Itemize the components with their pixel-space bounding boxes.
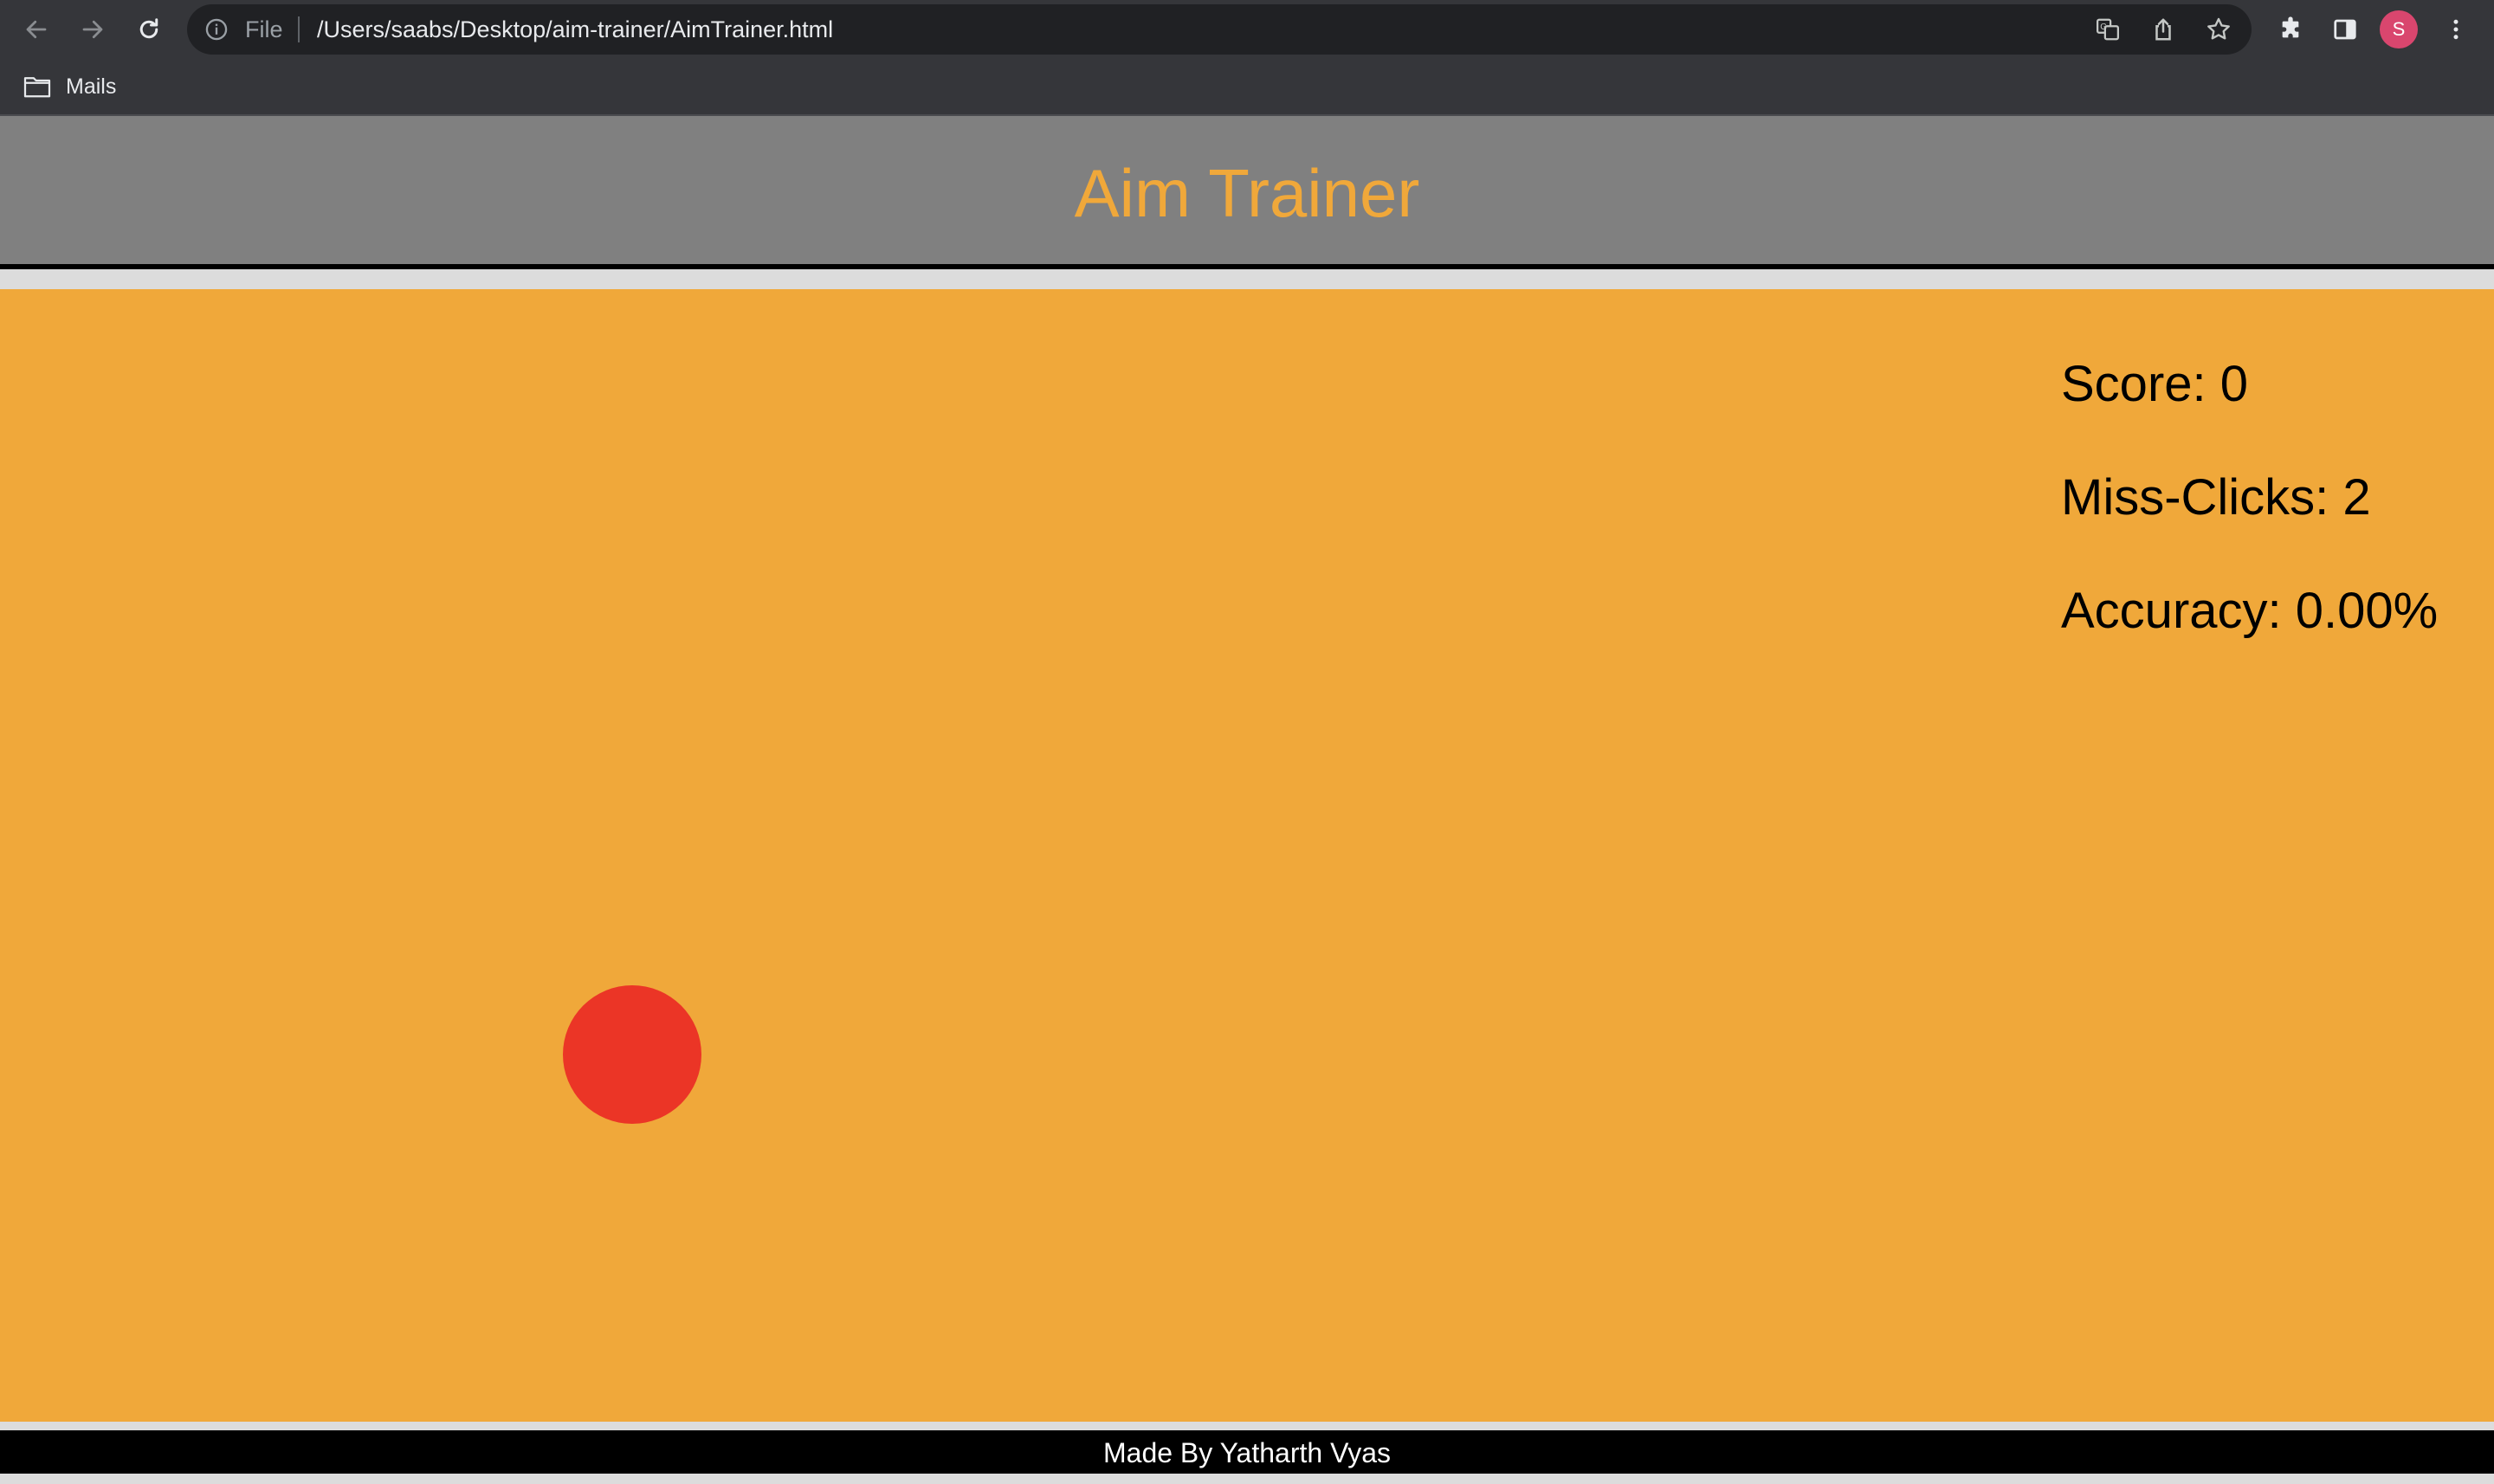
- game-area[interactable]: Score: 0 Miss-Clicks: 2 Accuracy: 0.00%: [0, 289, 2494, 1422]
- bookmark-label: Mails: [66, 74, 117, 99]
- footer-credit: Made By Yatharth Vyas: [1102, 1437, 1392, 1468]
- address-bar[interactable]: File /Users/saabs/Desktop/aim-trainer/Ai…: [187, 4, 2252, 55]
- reload-icon: [139, 18, 158, 39]
- omnibox-separator: [298, 16, 300, 42]
- share-icon: [2155, 18, 2171, 41]
- back-icon: [26, 20, 47, 39]
- page-title: Aim Trainer: [1074, 155, 1420, 231]
- miss-clicks-text: Miss-Clicks: 2: [2061, 469, 2371, 526]
- bookmark-folder-mails[interactable]: Mails: [23, 71, 116, 102]
- bookmarks-bar: Mails: [0, 59, 2494, 116]
- url-text[interactable]: /Users/saabs/Desktop/aim-trainer/AimTrai…: [317, 16, 833, 42]
- score-text: Score: 0: [2061, 356, 2248, 412]
- svg-text:G: G: [2100, 23, 2107, 32]
- accuracy-text: Accuracy: 0.00%: [2061, 583, 2439, 639]
- side-panel-button[interactable]: [2329, 14, 2361, 45]
- side-panel-icon: [2334, 19, 2356, 40]
- info-icon[interactable]: [204, 17, 229, 42]
- translate-button[interactable]: G: [2094, 16, 2122, 43]
- menu-icon: [2453, 19, 2458, 40]
- page-footer: Made By Yatharth Vyas: [0, 1430, 2494, 1474]
- file-scheme-label: File: [245, 16, 283, 42]
- share-button[interactable]: [2149, 16, 2177, 43]
- reload-button[interactable]: [130, 10, 168, 48]
- forward-icon: [82, 20, 103, 39]
- profile-avatar[interactable]: S: [2380, 10, 2418, 48]
- page-header: Aim Trainer: [0, 116, 2494, 269]
- bookmark-star-icon: [2207, 17, 2230, 40]
- bookmark-button[interactable]: [2205, 16, 2232, 43]
- target-circle[interactable]: [563, 985, 701, 1124]
- folder-icon: [23, 77, 51, 98]
- extensions-icon: [2282, 16, 2299, 38]
- browser-toolbar: File /Users/saabs/Desktop/aim-trainer/Ai…: [0, 0, 2494, 59]
- forward-button[interactable]: [74, 10, 112, 48]
- translate-icon: G: [2097, 18, 2119, 41]
- extensions-button[interactable]: [2275, 14, 2306, 45]
- menu-button[interactable]: [2440, 14, 2471, 45]
- back-button[interactable]: [17, 10, 55, 48]
